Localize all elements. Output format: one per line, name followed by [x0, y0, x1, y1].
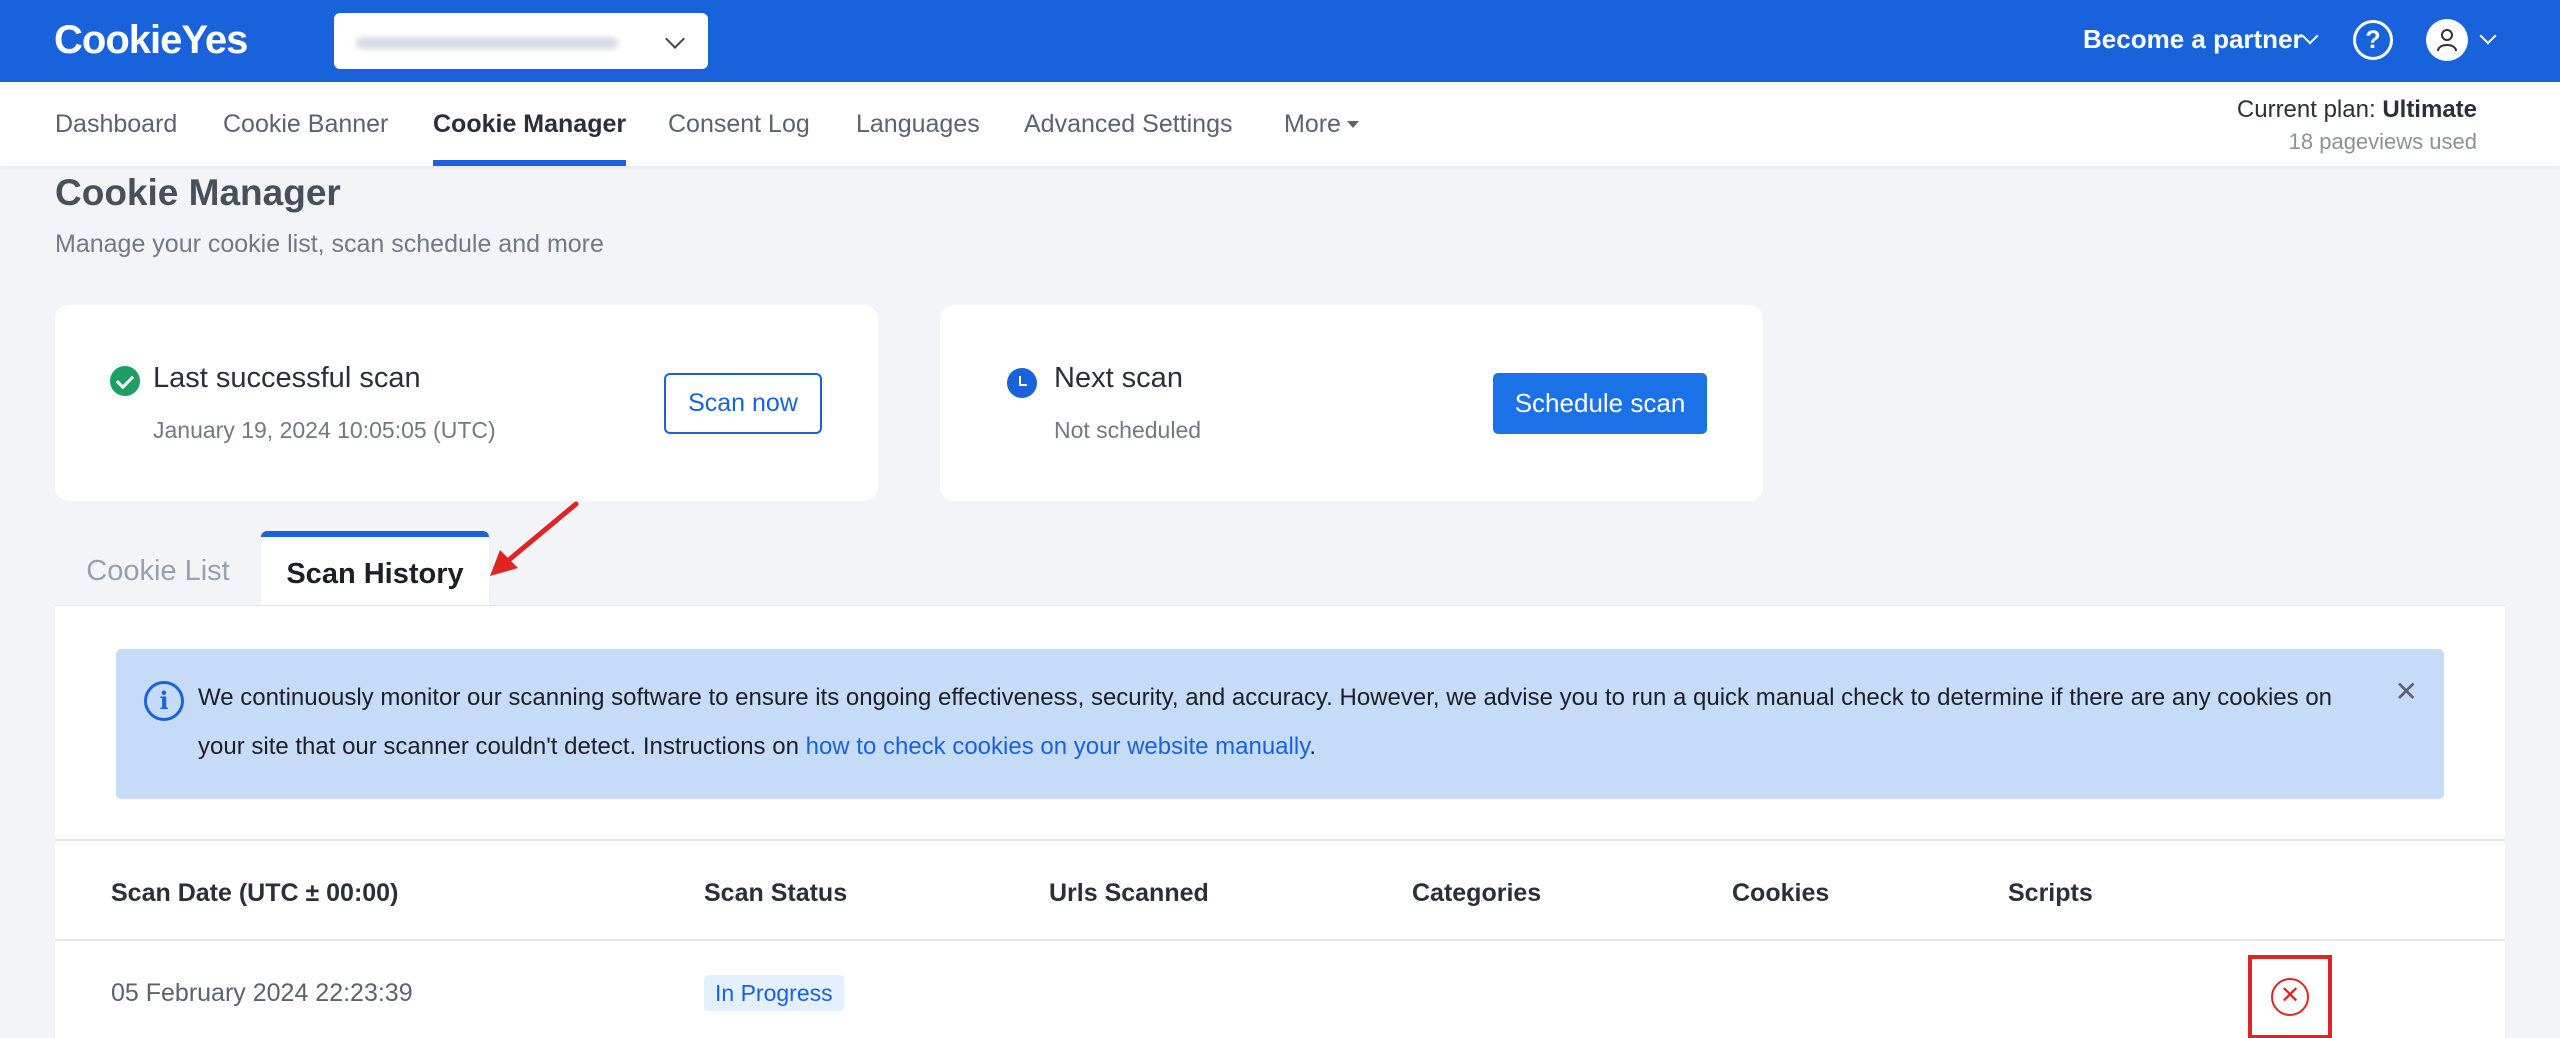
column-categories: Categories [1412, 879, 1542, 907]
cancel-scan-icon[interactable]: ✕ [2271, 978, 2309, 1016]
scan-history-panel: i We continuously monitor our scanning s… [55, 605, 2505, 1038]
annotation-arrow [490, 501, 579, 576]
plan-value: Ultimate [2382, 96, 2477, 123]
info-icon: i [144, 681, 184, 721]
nav-more-label: More [1284, 110, 1341, 138]
schedule-scan-button[interactable]: Schedule scan [1493, 373, 1707, 434]
chevron-down-icon [2479, 27, 2497, 45]
page-title: Cookie Manager [55, 172, 341, 213]
last-scan-title: Last successful scan [153, 362, 421, 394]
nav-dashboard[interactable]: Dashboard [55, 110, 177, 139]
column-urls-scanned: Urls Scanned [1049, 879, 1209, 907]
nav-languages[interactable]: Languages [856, 110, 980, 139]
close-icon[interactable]: ✕ [2395, 675, 2418, 708]
tab-scan-history[interactable]: Scan History [261, 531, 489, 606]
row-scan-date: 05 February 2024 22:23:39 [111, 979, 413, 1007]
cancel-scan-highlight: ✕ [2248, 955, 2332, 1038]
next-scan-status: Not scheduled [1054, 417, 1202, 443]
info-alert: i We continuously monitor our scanning s… [116, 649, 2444, 799]
next-scan-card: Next scan Not scheduled Schedule scan [940, 305, 1763, 501]
manual-check-link[interactable]: how to check cookies on your website man… [806, 733, 1310, 760]
user-avatar[interactable] [2426, 19, 2468, 61]
plan-label: Current plan: [2236, 96, 2376, 123]
alert-message: We continuously monitor our scanning sof… [198, 673, 2378, 771]
nav-cookie-banner[interactable]: Cookie Banner [223, 110, 388, 139]
column-scripts: Scripts [2008, 879, 2093, 907]
nav-more[interactable]: More [1284, 110, 1359, 139]
next-scan-title: Next scan [1054, 362, 1183, 394]
column-cookies: Cookies [1732, 879, 1830, 907]
become-partner-menu[interactable]: Become a partner [2083, 24, 2303, 55]
caret-down-icon [1346, 121, 1359, 128]
top-bar: CookieYes Become a partner ? [0, 0, 2560, 82]
last-scan-card: Last successful scan January 19, 2024 10… [55, 305, 878, 501]
current-plan: Current plan: Ultimate [2237, 96, 2477, 124]
main-nav: Dashboard Cookie Banner Cookie Manager C… [0, 82, 2560, 166]
pageviews-used: 18 pageviews used [2288, 129, 2477, 154]
chevron-down-icon [2301, 27, 2319, 45]
tab-cookie-list[interactable]: Cookie List [55, 531, 261, 606]
cookieyes-logo[interactable]: CookieYes [54, 18, 248, 63]
alert-text-end: . [1309, 733, 1317, 760]
table-header: Scan Date (UTC ± 00:00) Scan Status Urls… [55, 839, 2505, 941]
active-nav-indicator [433, 160, 626, 166]
page-subtitle: Manage your cookie list, scan schedule a… [55, 230, 604, 258]
last-scan-date: January 19, 2024 10:05:05 (UTC) [153, 417, 496, 443]
nav-cookie-manager[interactable]: Cookie Manager [433, 110, 626, 139]
help-icon[interactable]: ? [2353, 20, 2393, 60]
check-circle-icon [110, 366, 140, 396]
nav-consent-log[interactable]: Consent Log [668, 110, 810, 139]
website-selector[interactable] [334, 13, 708, 69]
user-icon [2437, 29, 2457, 52]
website-url-redacted [356, 37, 618, 49]
scan-now-button[interactable]: Scan now [664, 373, 822, 434]
nav-advanced-settings[interactable]: Advanced Settings [1024, 110, 1232, 139]
status-badge: In Progress [704, 975, 844, 1011]
column-scan-date: Scan Date (UTC ± 00:00) [111, 879, 399, 907]
chevron-down-icon [665, 29, 685, 49]
clock-icon [1007, 368, 1037, 398]
column-scan-status: Scan Status [704, 879, 848, 907]
